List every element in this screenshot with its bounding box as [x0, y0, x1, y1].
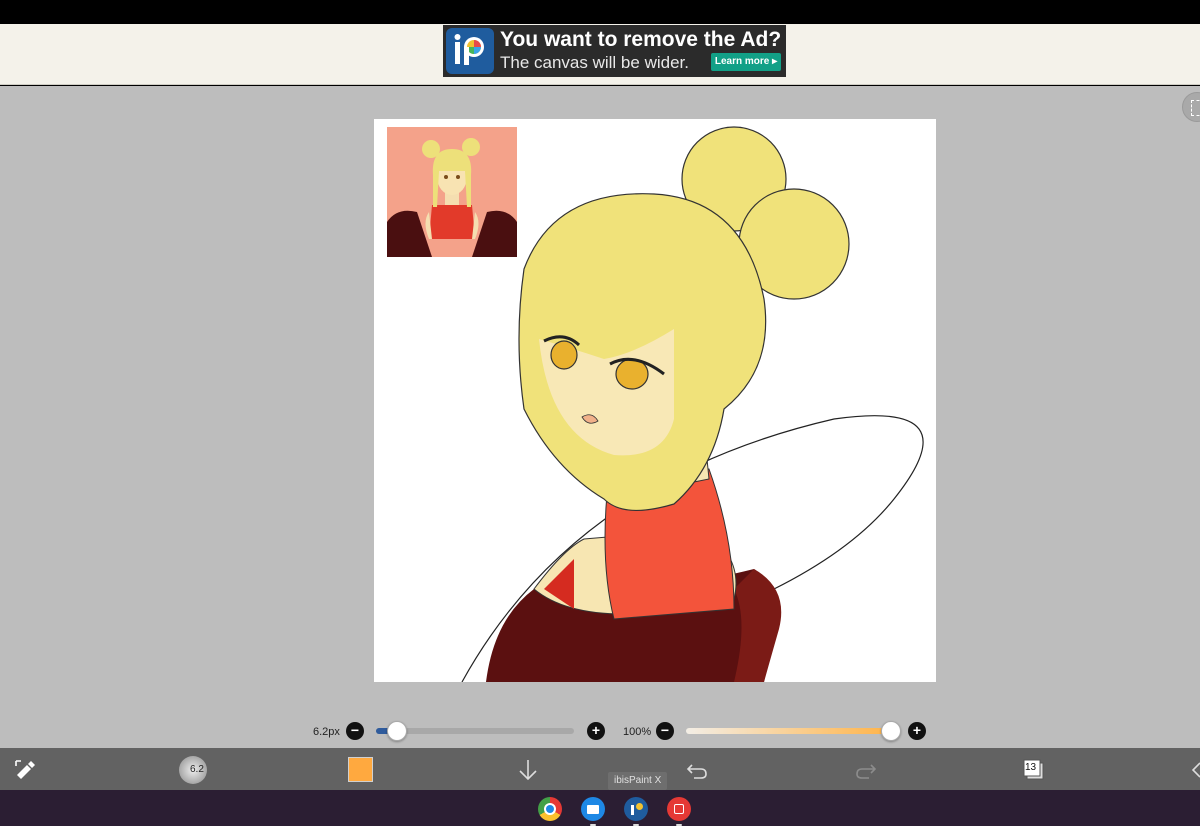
back-icon[interactable]	[1186, 757, 1200, 783]
taskbar	[0, 790, 1200, 826]
canvas-workspace[interactable]	[0, 86, 1200, 748]
chrome-icon[interactable]	[538, 797, 562, 821]
screen-recorder-icon[interactable]	[667, 797, 691, 821]
opacity-label: 100%	[623, 726, 652, 738]
ibispaint-logo-icon	[446, 28, 494, 74]
ad-banner[interactable]: You want to remove the Ad? The canvas wi…	[443, 25, 786, 77]
undo-icon[interactable]	[684, 757, 710, 783]
layers-count: 13	[1025, 762, 1037, 773]
opacity-plus-button[interactable]: +	[908, 722, 926, 740]
brush-sliders: 6.2px − + 100% − +	[0, 716, 1200, 748]
status-bar	[0, 0, 1200, 24]
ad-title: You want to remove the Ad?	[500, 28, 782, 51]
brush-size-plus-button[interactable]: +	[587, 722, 605, 740]
brush-size-thumb[interactable]	[387, 721, 407, 741]
ad-subtitle: The canvas will be wider.	[500, 53, 689, 72]
files-icon[interactable]	[581, 797, 605, 821]
brush-icon[interactable]: 6.2	[179, 756, 207, 784]
drawing-canvas[interactable]	[374, 119, 936, 682]
ad-banner-area: You want to remove the Ad? The canvas wi…	[0, 24, 1200, 85]
brush-size-label: 6.2px	[313, 726, 340, 738]
brush-size-minus-button[interactable]: −	[346, 722, 364, 740]
opacity-minus-button[interactable]: −	[656, 722, 674, 740]
app-tooltip: ibisPaint X	[608, 772, 668, 790]
ibispaint-icon[interactable]	[624, 797, 648, 821]
bottom-toolbar: 6.2 13	[0, 748, 1200, 790]
down-arrow-icon[interactable]	[515, 757, 541, 783]
transform-icon[interactable]	[13, 757, 39, 783]
artwork-illustration	[461, 126, 924, 682]
color-swatch[interactable]	[348, 757, 373, 782]
learn-more-button[interactable]: Learn more ▸	[711, 53, 781, 71]
layers-icon[interactable]: 13	[1021, 757, 1047, 783]
brush-thumb-label: 6.2	[190, 764, 204, 775]
opacity-slider[interactable]	[686, 728, 892, 734]
selection-tool-icon[interactable]	[1182, 92, 1200, 122]
redo-icon[interactable]	[853, 757, 879, 783]
opacity-thumb[interactable]	[881, 721, 901, 741]
